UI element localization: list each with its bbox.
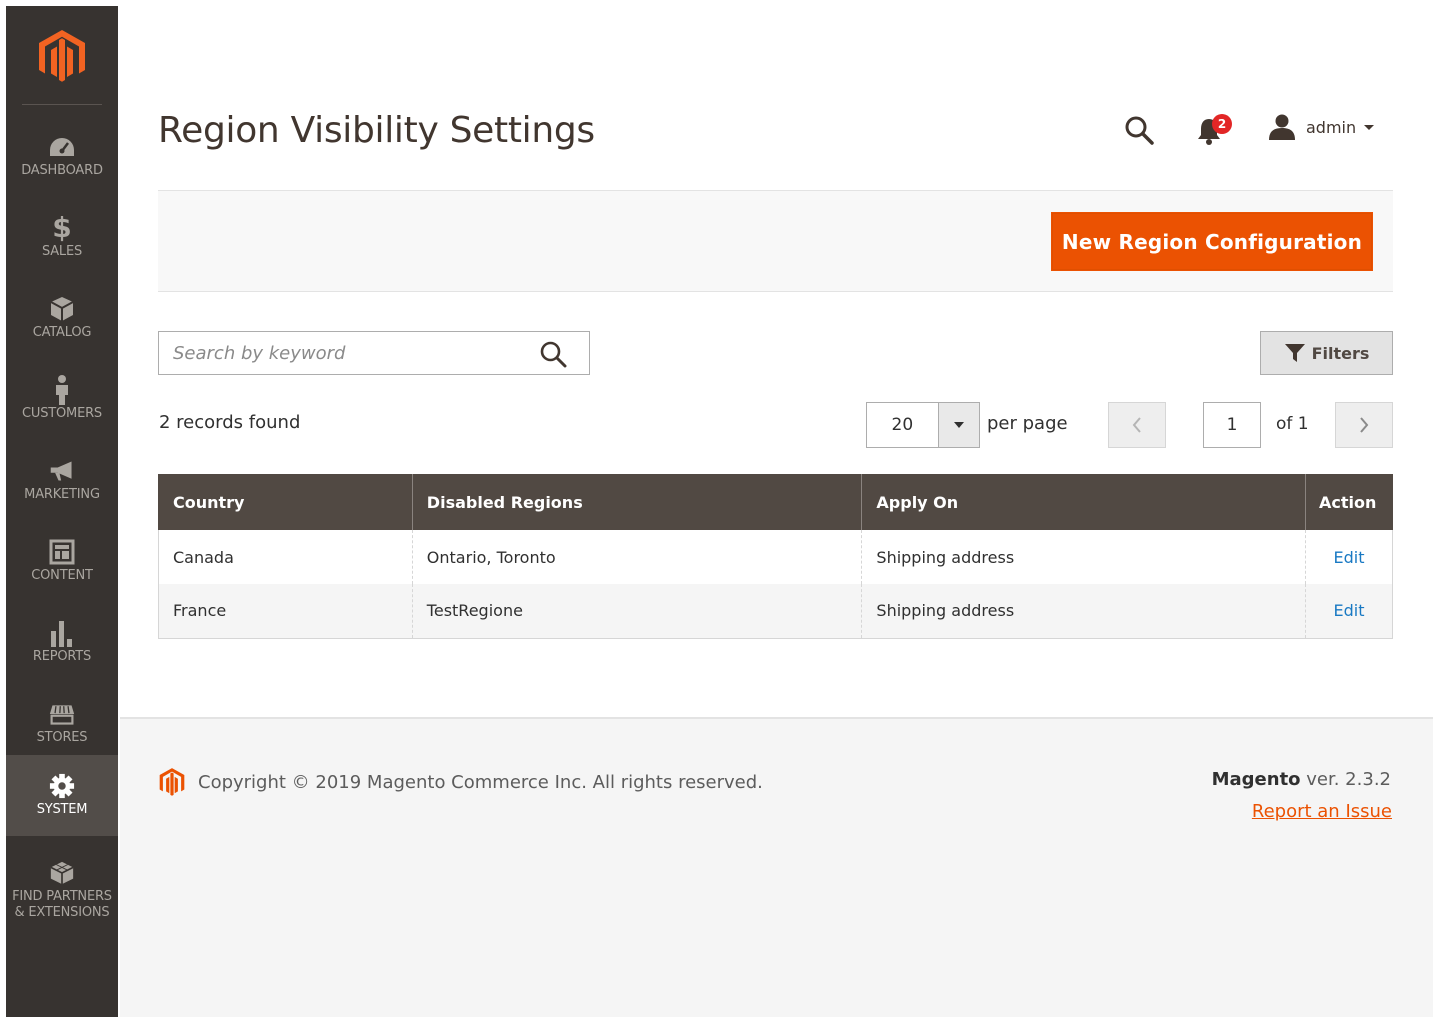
column-header-country[interactable]: Country [158, 474, 413, 530]
admin-sidebar: DASHBOARD $ SALES CATALOG CUSTOMERS MARK… [6, 6, 118, 1017]
user-menu[interactable]: admin [1268, 114, 1375, 140]
grid-header-row: Country Disabled Regions Apply On Action [158, 474, 1393, 530]
sidebar-item-find-partners[interactable]: FIND PARTNERS & EXTENSIONS [6, 842, 118, 938]
cell-country: Canada [158, 530, 413, 584]
magento-logo-icon [159, 768, 185, 796]
user-icon [1269, 114, 1295, 140]
sidebar-item-catalog[interactable]: CATALOG [6, 278, 118, 359]
person-icon [49, 375, 75, 405]
report-issue-link[interactable]: Report an Issue [1252, 801, 1392, 822]
sidebar-item-label: CATALOG [32, 325, 92, 340]
sidebar-item-label: DASHBOARD [21, 163, 103, 178]
notification-count-badge: 2 [1212, 114, 1232, 134]
table-row: France TestRegione Shipping address Edit [158, 584, 1394, 639]
copyright-text: Copyright © 2019 Magento Commerce Inc. A… [198, 771, 763, 793]
search-input[interactable] [159, 332, 529, 374]
gear-icon [49, 773, 75, 799]
chevron-left-icon [1132, 417, 1141, 433]
records-count: 2 records found [159, 412, 301, 433]
magento-logo-icon[interactable] [6, 6, 118, 106]
per-page-select[interactable]: 20 [866, 402, 980, 448]
notifications-button[interactable]: 2 [1196, 112, 1238, 145]
sidebar-item-marketing[interactable]: MARKETING [6, 440, 118, 521]
previous-page-button[interactable] [1108, 402, 1166, 448]
chevron-right-icon [1360, 417, 1369, 433]
cell-action: Edit [1304, 584, 1394, 639]
cell-country: France [158, 584, 413, 639]
sidebar-item-system[interactable]: SYSTEM [6, 755, 118, 836]
blocks-icon [49, 860, 75, 886]
column-header-disabled-regions[interactable]: Disabled Regions [411, 474, 862, 530]
per-page-label: per page [987, 413, 1068, 434]
box-icon [49, 296, 75, 322]
next-page-button[interactable] [1335, 402, 1393, 448]
sidebar-item-label: REPORTS [32, 649, 92, 664]
user-name: admin [1306, 117, 1357, 137]
megaphone-icon [49, 458, 75, 484]
filters-label: Filters [1311, 343, 1370, 363]
sidebar-item-dashboard[interactable]: DASHBOARD [6, 116, 118, 197]
sidebar-item-sales[interactable]: $ SALES [6, 197, 118, 278]
sidebar-item-label: CONTENT [31, 568, 93, 583]
sidebar-item-label: FIND PARTNERS & EXTENSIONS [12, 888, 112, 920]
new-region-configuration-button[interactable]: New Region Configuration [1051, 212, 1373, 271]
brand-name: Magento [1211, 769, 1301, 790]
caret-down-icon [953, 422, 964, 428]
filters-button[interactable]: Filters [1260, 331, 1393, 375]
table-row: Canada Ontario, Toronto Shipping address… [158, 530, 1394, 584]
sidebar-item-label: STORES [36, 730, 88, 745]
sidebar-item-content[interactable]: CONTENT [6, 521, 118, 602]
dollar-icon: $ [52, 211, 72, 244]
cell-action: Edit [1304, 530, 1394, 584]
chevron-down-icon [1364, 124, 1375, 130]
current-page-input[interactable] [1203, 402, 1261, 448]
global-search-icon[interactable] [1123, 114, 1155, 146]
page-actions-bar: New Region Configuration [158, 190, 1393, 292]
bar-chart-icon [49, 620, 75, 647]
page-footer: Copyright © 2019 Magento Commerce Inc. A… [120, 717, 1433, 1017]
sidebar-item-reports[interactable]: REPORTS [6, 602, 118, 683]
version-text: ver. 2.3.2 [1300, 769, 1391, 790]
cell-disabled-regions: Ontario, Toronto [411, 530, 862, 584]
cell-disabled-regions: TestRegione [411, 584, 862, 639]
per-page-dropdown-button[interactable] [937, 403, 979, 447]
footer-copyright: Copyright © 2019 Magento Commerce Inc. A… [158, 767, 763, 797]
version-info: Magento ver. 2.3.2 [1212, 769, 1391, 790]
sidebar-item-label: SYSTEM [36, 802, 88, 817]
sidebar-item-stores[interactable]: STORES [6, 683, 118, 764]
sidebar-item-label: MARKETING [24, 487, 100, 502]
cell-apply-on: Shipping address [861, 584, 1306, 639]
keyword-search [158, 331, 590, 375]
sidebar-item-label: SALES [41, 244, 83, 259]
storefront-icon [49, 701, 75, 727]
gauge-icon [49, 134, 75, 160]
column-header-apply-on[interactable]: Apply On [861, 474, 1306, 530]
cell-apply-on: Shipping address [861, 530, 1306, 584]
region-settings-grid: Country Disabled Regions Apply On Action… [158, 474, 1394, 639]
logo-divider [22, 104, 102, 105]
page-title: Region Visibility Settings [158, 110, 595, 151]
per-page-value: 20 [891, 415, 914, 435]
layout-icon [49, 539, 75, 565]
edit-link[interactable]: Edit [1334, 601, 1365, 620]
search-icon[interactable] [539, 340, 567, 368]
funnel-icon [1284, 344, 1305, 362]
sidebar-item-customers[interactable]: CUSTOMERS [6, 359, 118, 440]
total-pages-label: of 1 [1276, 414, 1309, 434]
column-header-action: Action [1304, 474, 1393, 530]
sidebar-item-label: CUSTOMERS [22, 406, 102, 421]
edit-link[interactable]: Edit [1334, 548, 1365, 567]
